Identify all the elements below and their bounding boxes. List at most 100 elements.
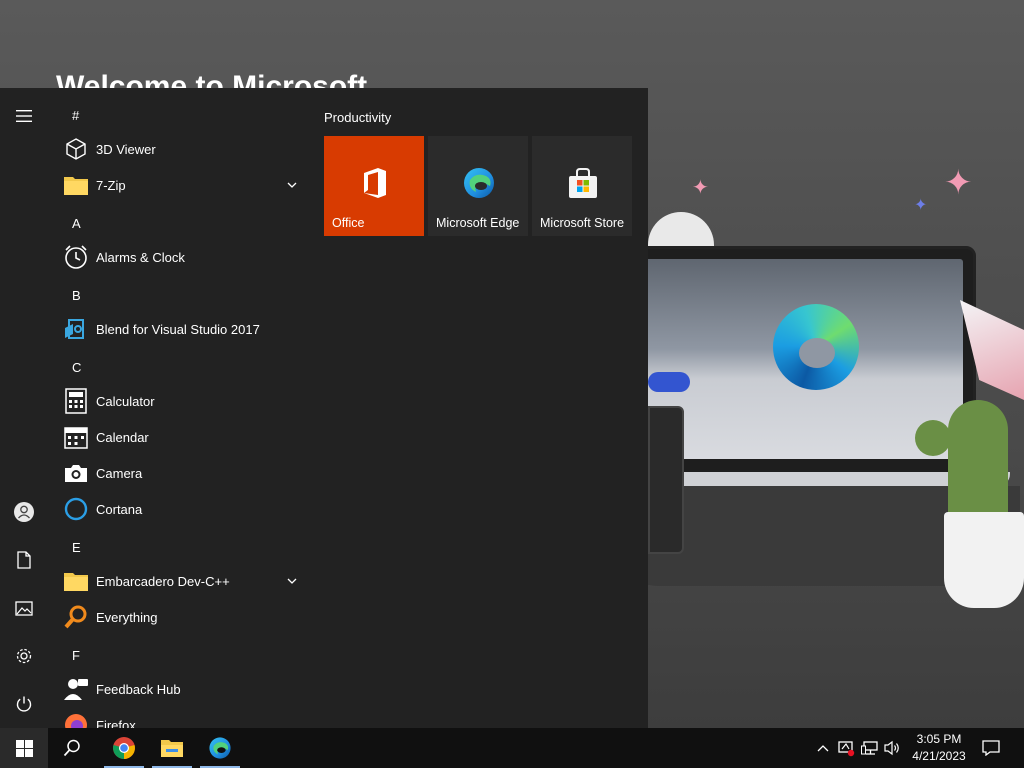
- cortana-ring-icon: [60, 493, 92, 525]
- start-rail: [0, 88, 48, 728]
- tile-microsoft-store[interactable]: Microsoft Store: [532, 136, 632, 236]
- taskbar-chrome[interactable]: [100, 728, 148, 768]
- settings-gear-icon: [16, 648, 32, 664]
- app-item-alarms-clock[interactable]: Alarms & Clock: [60, 239, 308, 275]
- group-header-hash[interactable]: #: [72, 108, 79, 123]
- edge-icon: [209, 737, 231, 759]
- folder-icon: [60, 169, 92, 201]
- clock-date: 4/21/2023: [912, 749, 966, 763]
- settings-button[interactable]: [0, 632, 48, 680]
- app-label: 7-Zip: [96, 177, 126, 193]
- folder-icon: [60, 565, 92, 597]
- app-label: Feedback Hub: [96, 681, 181, 697]
- app-label: 3D Viewer: [96, 141, 156, 157]
- app-label: Calendar: [96, 429, 149, 445]
- network-button[interactable]: [860, 738, 880, 758]
- app-item-blend[interactable]: Blend for Visual Studio 2017: [60, 311, 308, 347]
- app-item-firefox[interactable]: Firefox: [60, 707, 308, 728]
- taskbar-clock[interactable]: 3:05 PM 4/21/2023: [902, 731, 976, 765]
- chevron-down-icon[interactable]: [286, 179, 298, 191]
- notifications-icon: [982, 740, 1000, 756]
- cactus-arm: [915, 420, 951, 456]
- group-header-f[interactable]: F: [72, 648, 80, 663]
- tile-microsoft-edge[interactable]: Microsoft Edge: [428, 136, 528, 236]
- app-label: Everything: [96, 609, 158, 625]
- app-label: Alarms & Clock: [96, 249, 185, 265]
- search-icon: [63, 739, 80, 757]
- group-header-a[interactable]: A: [72, 216, 81, 231]
- feedback-person-icon: [60, 673, 92, 705]
- app-item-embarcadero[interactable]: Embarcadero Dev-C++: [60, 563, 308, 599]
- tile-group-productivity: Productivity Office Microsoft Edge Micro…: [324, 110, 632, 236]
- app-label: Blend for Visual Studio 2017: [96, 321, 260, 337]
- sparkle-icon: ✦: [914, 197, 928, 214]
- app-item-3d-viewer[interactable]: 3D Viewer: [60, 131, 308, 167]
- tray-alert-button[interactable]: [836, 738, 856, 758]
- windows-logo-icon: [15, 739, 33, 757]
- camera-icon: [60, 457, 92, 489]
- app-item-camera[interactable]: Camera: [60, 455, 308, 491]
- calculator-icon: [60, 385, 92, 417]
- app-label: Cortana: [96, 501, 143, 517]
- show-hidden-icons-button[interactable]: [813, 738, 833, 758]
- taskbar: 3:05 PM 4/21/2023: [0, 728, 1024, 768]
- app-label: Firefox: [96, 717, 136, 729]
- start-menu: # 3D Viewer 7-Zip A Alarms & Clock B Ble…: [0, 88, 648, 728]
- network-alert-icon: [838, 741, 855, 757]
- decor-tablet: [648, 406, 684, 554]
- start-button[interactable]: [0, 728, 48, 768]
- hamburger-menu-button[interactable]: [0, 92, 48, 140]
- app-item-feedback-hub[interactable]: Feedback Hub: [60, 671, 308, 707]
- volume-button[interactable]: [883, 738, 903, 758]
- chevron-down-icon[interactable]: [286, 575, 298, 587]
- user-account-icon: [14, 502, 34, 522]
- file-explorer-icon: [161, 740, 183, 757]
- pot-illustration: [944, 512, 1024, 608]
- app-item-calendar[interactable]: Calendar: [60, 419, 308, 455]
- user-account-button[interactable]: [0, 488, 48, 536]
- edge-icon: [464, 168, 494, 198]
- app-label: Embarcadero Dev-C++: [96, 573, 230, 589]
- chevron-up-icon: [817, 745, 829, 752]
- search-button[interactable]: [48, 728, 96, 768]
- hamburger-menu-icon: [16, 110, 32, 122]
- taskbar-file-explorer[interactable]: [148, 728, 196, 768]
- group-header-e[interactable]: E: [72, 540, 81, 555]
- alarm-clock-icon: [60, 241, 92, 273]
- taskbar-edge[interactable]: [196, 728, 244, 768]
- edge-logo-illustration: [773, 304, 859, 390]
- tile-office[interactable]: Office: [324, 136, 424, 236]
- action-center-button[interactable]: [981, 738, 1001, 758]
- power-button[interactable]: [0, 680, 48, 728]
- office-icon: [364, 168, 386, 198]
- decor-blue-bar: [648, 372, 690, 392]
- group-header-c[interactable]: C: [72, 360, 81, 375]
- app-list: # 3D Viewer 7-Zip A Alarms & Clock B Ble…: [48, 88, 308, 728]
- tile-label: Office: [332, 216, 365, 230]
- app-item-everything[interactable]: Everything: [60, 599, 308, 635]
- cactus-illustration: [948, 400, 1008, 520]
- network-icon: [861, 741, 878, 755]
- cube-icon: [60, 133, 92, 165]
- tile-label: Microsoft Store: [540, 216, 625, 230]
- documents-icon: [17, 551, 31, 569]
- pictures-icon: [15, 600, 33, 616]
- app-item-calculator[interactable]: Calculator: [60, 383, 308, 419]
- firefox-icon: [60, 709, 92, 728]
- blend-icon: [60, 313, 92, 345]
- documents-button[interactable]: [0, 536, 48, 584]
- power-icon: [16, 696, 32, 712]
- group-header-b[interactable]: B: [72, 288, 81, 303]
- chrome-icon: [113, 737, 135, 759]
- store-bag-icon: [569, 168, 597, 198]
- tile-group-title[interactable]: Productivity: [324, 110, 391, 125]
- calendar-icon: [60, 421, 92, 453]
- app-item-7-zip[interactable]: 7-Zip: [60, 167, 308, 203]
- sparkle-icon: ✦: [692, 177, 709, 199]
- app-label: Camera: [96, 465, 143, 481]
- clock-time: 3:05 PM: [916, 732, 962, 746]
- pictures-button[interactable]: [0, 584, 48, 632]
- app-item-cortana[interactable]: Cortana: [60, 491, 308, 527]
- sparkle-icon: ✦: [944, 164, 973, 202]
- speaker-icon: [884, 740, 899, 756]
